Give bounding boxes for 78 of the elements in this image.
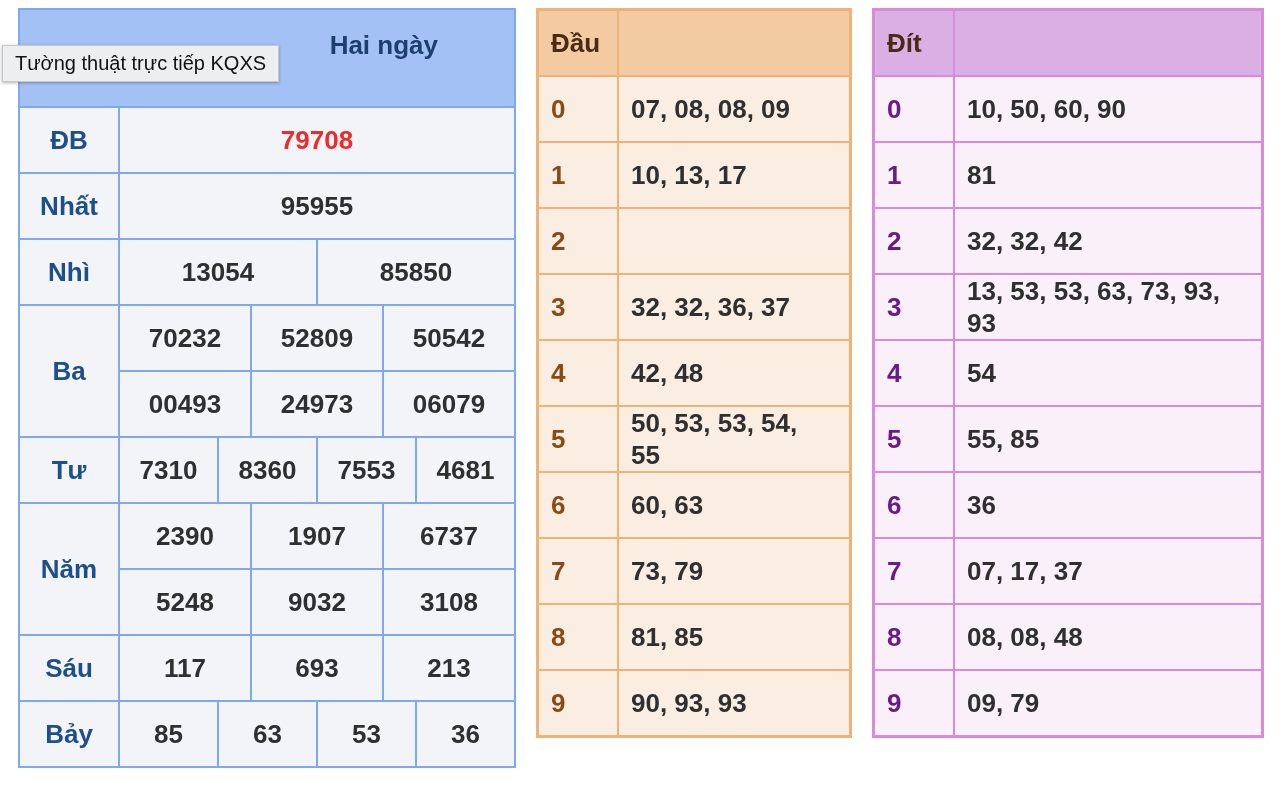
prize-number: 00493 <box>120 372 250 436</box>
digit-cell: 1 <box>537 142 618 208</box>
prize-number: 7310 <box>120 438 217 502</box>
digit-cell: 3 <box>873 274 954 340</box>
digit-cell: 0 <box>873 76 954 142</box>
prize-number: 117 <box>120 636 250 700</box>
prize-number: 8360 <box>219 438 316 502</box>
numbers-cell: 50, 53, 53, 54, 55 <box>618 406 851 472</box>
prize-number: 6737 <box>384 504 514 568</box>
prize-number: 7553 <box>318 438 415 502</box>
prize-number: 50542 <box>384 306 514 370</box>
numbers-cell: 54 <box>954 340 1263 406</box>
digit-cell: 4 <box>873 340 954 406</box>
digit-cell: 8 <box>537 604 618 670</box>
prize-number: 5248 <box>120 570 250 634</box>
prize-number: 06079 <box>384 372 514 436</box>
prize-label: Nhất <box>20 174 118 238</box>
numbers-cell: 08, 08, 48 <box>954 604 1263 670</box>
prize-number: 79708 <box>120 108 514 172</box>
numbers-cell: 32, 32, 36, 37 <box>618 274 851 340</box>
numbers-cell: 36 <box>954 472 1263 538</box>
column-heading: Đít <box>873 9 954 76</box>
prize-number: 53 <box>318 702 415 766</box>
prize-number: 2390 <box>120 504 250 568</box>
numbers-cell: 42, 48 <box>618 340 851 406</box>
prize-number: 13054 <box>120 240 316 304</box>
prize-label: ĐB <box>20 108 118 172</box>
numbers-cell: 32, 32, 42 <box>954 208 1263 274</box>
digit-cell: 4 <box>537 340 618 406</box>
prize-number: 85850 <box>318 240 514 304</box>
prize-label: Năm <box>20 504 118 634</box>
column-heading: Đầu <box>537 9 618 76</box>
prize-number: 70232 <box>120 306 250 370</box>
numbers-cell: 81, 85 <box>618 604 851 670</box>
numbers-cell: 10, 50, 60, 90 <box>954 76 1263 142</box>
digit-cell: 9 <box>873 670 954 737</box>
results-title: Hai ngày <box>329 30 438 62</box>
prize-number: 95955 <box>120 174 514 238</box>
numbers-cell: 13, 53, 53, 63, 73, 93, 93 <box>954 274 1263 340</box>
prize-label: Ba <box>20 306 118 436</box>
numbers-cell: 07, 17, 37 <box>954 538 1263 604</box>
digit-cell: 9 <box>537 670 618 737</box>
numbers-cell: 73, 79 <box>618 538 851 604</box>
numbers-cell: 09, 79 <box>954 670 1263 737</box>
digit-cell: 1 <box>873 142 954 208</box>
numbers-cell: 10, 13, 17 <box>618 142 851 208</box>
digit-cell: 2 <box>873 208 954 274</box>
digit-cell: 0 <box>537 76 618 142</box>
digit-cell: 3 <box>537 274 618 340</box>
prize-number: 85 <box>120 702 217 766</box>
prize-number: 9032 <box>252 570 382 634</box>
prize-number: 52809 <box>252 306 382 370</box>
digit-cell: 6 <box>873 472 954 538</box>
numbers-cell: 81 <box>954 142 1263 208</box>
prize-number: 63 <box>219 702 316 766</box>
numbers-cell: 55, 85 <box>954 406 1263 472</box>
prize-number: 213 <box>384 636 514 700</box>
digit-cell: 5 <box>873 406 954 472</box>
digit-cell: 7 <box>537 538 618 604</box>
prize-number: 3108 <box>384 570 514 634</box>
prize-number: 693 <box>252 636 382 700</box>
prize-number: 36 <box>417 702 514 766</box>
digit-cell: 6 <box>537 472 618 538</box>
prize-number: 1907 <box>252 504 382 568</box>
prize-label: Nhì <box>20 240 118 304</box>
numbers-cell: 60, 63 <box>618 472 851 538</box>
prize-label: Tư <box>20 438 118 502</box>
digit-cell: 8 <box>873 604 954 670</box>
prize-number: 4681 <box>417 438 514 502</box>
digit-cell: 2 <box>537 208 618 274</box>
prize-label: Bảy <box>20 702 118 766</box>
prize-label: Sáu <box>20 636 118 700</box>
digit-cell: 5 <box>537 406 618 472</box>
prize-number: 24973 <box>252 372 382 436</box>
numbers-cell: 90, 93, 93 <box>618 670 851 737</box>
numbers-cell: 07, 08, 08, 09 <box>618 76 851 142</box>
tooltip: Tường thuật trực tiếp KQXS <box>2 45 280 82</box>
digit-cell: 7 <box>873 538 954 604</box>
